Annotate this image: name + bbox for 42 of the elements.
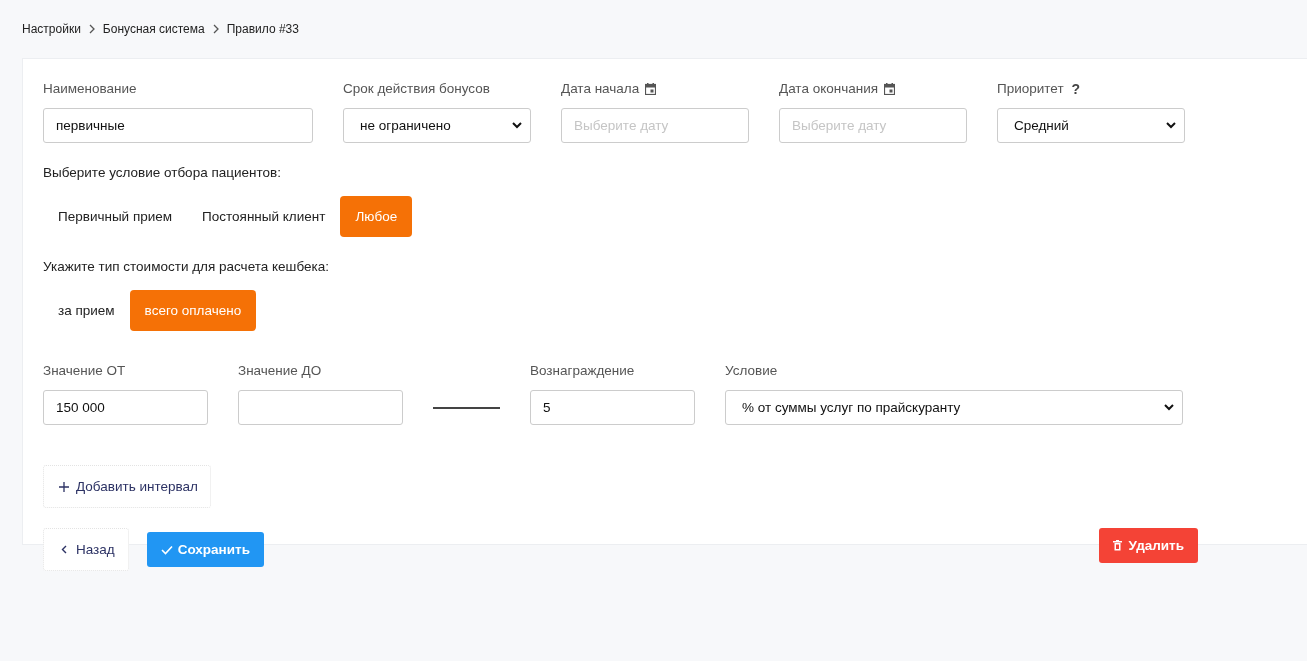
dropdown[interactable]: не ограничено [343, 108, 531, 143]
chevron-right-icon [87, 23, 96, 35]
field-label: Вознаграждение [530, 363, 635, 378]
chevron-down-icon [512, 122, 522, 129]
breadcrumb-link[interactable]: Настройки [22, 22, 81, 36]
check-icon [160, 544, 173, 555]
input-field[interactable]: 150 000 [43, 390, 208, 425]
field-label: Срок действия бонусов [343, 81, 490, 96]
option-button[interactable]: Постоянный клиент [187, 196, 341, 237]
field-label: Значение ДО [238, 363, 322, 378]
chevron-down-icon [1166, 122, 1176, 129]
calendar-icon [884, 82, 896, 95]
field-label: Условие [725, 363, 778, 378]
plus-icon [59, 481, 69, 492]
date-field[interactable]: Выберите дату [779, 108, 967, 143]
option-button[interactable]: Первичный прием [43, 196, 188, 237]
trash-icon [1112, 540, 1122, 551]
calendar-icon [645, 82, 657, 95]
option-button[interactable]: за прием [43, 290, 130, 331]
dropdown[interactable]: Средний [997, 108, 1185, 143]
section-label: Выберите условие отбора пациентов: [43, 165, 282, 182]
field-label: Дата начала [561, 81, 640, 96]
chevron-down-icon [1164, 404, 1174, 411]
dash-line [433, 406, 500, 409]
help-icon[interactable]: ? [1071, 80, 1081, 97]
date-field[interactable]: Выберите дату [561, 108, 749, 143]
breadcrumb-link[interactable]: Бонусная система [102, 22, 205, 36]
breadcrumb-link[interactable]: Правило #33 [226, 22, 299, 36]
section-label: Укажите тип стоимости для расчета кешбека: [43, 259, 330, 276]
input-field[interactable] [238, 390, 403, 425]
chevron-right-icon [211, 23, 220, 35]
dropdown[interactable]: % от суммы услуг по прайскуранту [725, 390, 1183, 425]
delete-button[interactable]: Удалить [1098, 528, 1198, 563]
input-field[interactable]: первичные [43, 108, 313, 143]
field-label: Дата окончания [779, 81, 879, 96]
field-label: Значение ОТ [43, 363, 126, 378]
field-label: Наименование [43, 81, 137, 96]
input-field[interactable]: 5 [530, 390, 695, 425]
chevron-left-icon [61, 545, 67, 554]
add-interval-button[interactable]: Добавить интервал [43, 465, 211, 508]
back-button[interactable]: Назад [43, 528, 129, 571]
field-label: Приоритет [997, 81, 1064, 96]
